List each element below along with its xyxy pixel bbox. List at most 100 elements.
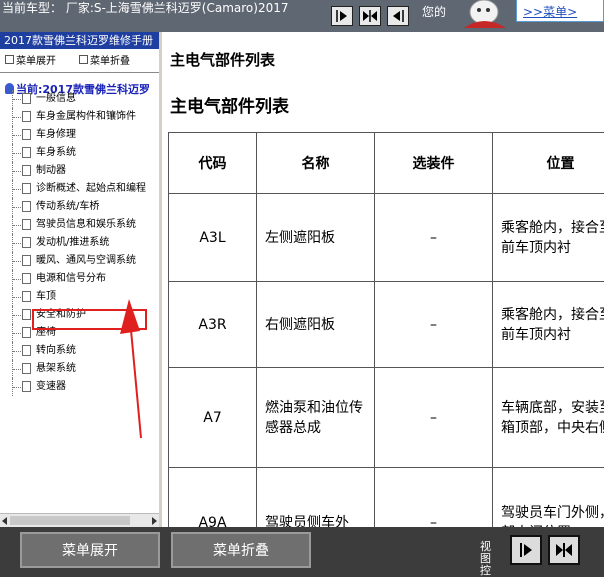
column-header: 位置 xyxy=(492,132,604,194)
part-code: A3L xyxy=(168,193,257,282)
tree-item-label: 诊断概述、起始点和编程 xyxy=(36,183,146,194)
part-name: 左侧遮阳板 xyxy=(256,193,375,282)
document-icon xyxy=(22,111,31,122)
tree-item-label: 车身修理 xyxy=(36,129,76,140)
header-nav-buttons xyxy=(331,6,409,26)
tree-item-label: 电源和信号分布 xyxy=(36,273,106,284)
tree-item[interactable]: 转向系统 xyxy=(9,342,159,360)
document-icon xyxy=(22,183,31,194)
view-forward-button[interactable] xyxy=(510,535,542,565)
nav-forward-button[interactable] xyxy=(331,6,353,26)
tree-item-selected[interactable]: 电源和信号分布 xyxy=(9,270,159,288)
tree-item[interactable]: 诊断概述、起始点和编程 xyxy=(9,180,159,198)
nav-back-button[interactable] xyxy=(387,6,409,26)
sidebar-collapse-label: 菜单折叠 xyxy=(90,56,130,67)
part-location: 乘客舱内，接合至右前车顶内衬 xyxy=(492,281,604,368)
menu-link[interactable]: >>菜单> xyxy=(523,3,577,20)
table-title: 主电气部件列表 xyxy=(170,97,289,117)
document-icon xyxy=(22,291,31,302)
tree-item-label: 制动器 xyxy=(36,165,66,176)
tree-item-label: 传动系统/车桥 xyxy=(36,201,100,212)
expand-menu-button[interactable]: 菜单展开 xyxy=(20,532,160,568)
part-name: 驾驶员侧车外 xyxy=(256,467,375,527)
part-code: A7 xyxy=(168,367,257,468)
tree-item-label: 悬架系统 xyxy=(36,363,76,374)
part-location: 乘客舱内，接合至左前车顶内衬 xyxy=(492,193,604,282)
tree-item[interactable]: 制动器 xyxy=(9,162,159,180)
column-header: 选装件 xyxy=(374,132,493,194)
tree-item[interactable]: 传动系统/车桥 xyxy=(9,198,159,216)
collapse-icon xyxy=(79,55,88,64)
tree-item-label: 驾驶员信息和娱乐系统 xyxy=(36,219,136,230)
tree-item[interactable]: 暖风、通风与空调系统 xyxy=(9,252,159,270)
tree-item[interactable]: 驾驶员信息和娱乐系统 xyxy=(9,216,159,234)
sidebar-expand-label: 菜单展开 xyxy=(16,56,56,67)
tree-item-label: 车顶 xyxy=(36,291,56,302)
bottom-toolbar: 菜单展开 菜单折叠 视图控 xyxy=(0,527,604,577)
tree-item[interactable]: 车顶 xyxy=(9,288,159,306)
split-view-icon xyxy=(556,543,572,557)
part-code: A9A xyxy=(168,467,257,527)
nav-split-button[interactable] xyxy=(359,6,381,26)
scroll-right-icon[interactable] xyxy=(152,517,157,525)
tree-item[interactable]: 一般信息 xyxy=(9,90,159,108)
document-icon xyxy=(22,219,31,230)
tree-item[interactable]: 悬架系统 xyxy=(9,360,159,378)
sidebar-expand-button[interactable]: 菜单展开 xyxy=(5,52,56,67)
document-icon xyxy=(22,93,31,104)
scroll-left-icon[interactable] xyxy=(2,517,7,525)
part-location: 驾驶员车门外侧，前部中间位置 xyxy=(492,467,604,527)
welcome-text: 您的 xyxy=(422,5,447,19)
part-location: 车辆底部，安装至油箱顶部，中央右侧 xyxy=(492,367,604,468)
column-header: 名称 xyxy=(256,132,375,194)
table-row: A7 燃油泵和油位传感器总成 – 车辆底部，安装至油箱顶部，中央右侧 xyxy=(168,367,604,468)
document-icon xyxy=(22,327,31,338)
table-row: A9A 驾驶员侧车外 – 驾驶员车门外侧，前部中间位置 xyxy=(168,467,604,527)
collapse-menu-button[interactable]: 菜单折叠 xyxy=(171,532,311,568)
document-icon xyxy=(22,273,31,284)
tree-item[interactable]: 发动机/推进系统 xyxy=(9,234,159,252)
table-header-row: 代码 名称 选装件 位置 xyxy=(168,132,604,194)
top-header: 当前车型： 厂家:S-上海雪佛兰科迈罗(Camaro)2017 您的 >>菜单> xyxy=(0,0,604,32)
content-pane: 主电气部件列表 主电气部件列表 代码 名称 选装件 位置 A3L 左侧遮阳板 –… xyxy=(162,32,604,527)
part-option: – xyxy=(374,281,493,368)
document-icon xyxy=(22,237,31,248)
part-option: – xyxy=(374,193,493,282)
sidebar-collapse-button[interactable]: 菜单折叠 xyxy=(79,52,130,67)
scroll-thumb[interactable] xyxy=(10,516,130,525)
document-icon xyxy=(22,309,31,320)
tree-item[interactable]: 变速器 xyxy=(9,378,159,396)
menu-tree: 一般信息 车身金属构件和镶饰件 车身修理 车身系统 制动器 诊断概述、起始点和编… xyxy=(9,90,159,396)
arrow-left-icon xyxy=(393,10,404,22)
part-option: – xyxy=(374,467,493,527)
document-icon xyxy=(22,345,31,356)
split-view-icon xyxy=(363,10,377,22)
sidebar: 2017款雪佛兰科迈罗维修手册 菜单展开 菜单折叠 当前:2017款雪佛兰科迈罗… xyxy=(0,32,159,527)
tree-item[interactable]: 车身修理 xyxy=(9,126,159,144)
part-option: – xyxy=(374,367,493,468)
tree-item[interactable]: 车身金属构件和镶饰件 xyxy=(9,108,159,126)
tree-item-label: 车身系统 xyxy=(36,147,76,158)
tree-item-label: 暖风、通风与空调系统 xyxy=(36,255,136,266)
document-icon xyxy=(22,201,31,212)
part-name: 右侧遮阳板 xyxy=(256,281,375,368)
page-title: 主电气部件列表 xyxy=(170,51,276,69)
view-split-button[interactable] xyxy=(548,535,580,565)
part-name: 燃油泵和油位传感器总成 xyxy=(256,367,375,468)
document-icon xyxy=(22,129,31,140)
table-row: A3L 左侧遮阳板 – 乘客舱内，接合至左前车顶内衬 xyxy=(168,193,604,282)
tree-item[interactable]: 车身系统 xyxy=(9,144,159,162)
manual-title: 2017款雪佛兰科迈罗维修手册 xyxy=(0,32,159,49)
parts-table: 代码 名称 选装件 位置 A3L 左侧遮阳板 – 乘客舱内，接合至左前车顶内衬 … xyxy=(168,132,604,527)
selection-highlight-box xyxy=(32,309,147,330)
document-icon xyxy=(22,255,31,266)
current-vehicle-label: 当前车型： 厂家:S-上海雪佛兰科迈罗(Camaro)2017 xyxy=(2,1,289,15)
tree-item-label: 车身金属构件和镶饰件 xyxy=(36,111,136,122)
mascot-figure-icon xyxy=(464,0,506,28)
document-icon xyxy=(22,381,31,392)
sidebar-horizontal-scrollbar[interactable] xyxy=(0,513,159,527)
document-icon xyxy=(22,147,31,158)
menu-link-box: >>菜单> xyxy=(516,0,604,22)
tree-item-label: 发动机/推进系统 xyxy=(36,237,110,248)
column-header: 代码 xyxy=(168,132,257,194)
